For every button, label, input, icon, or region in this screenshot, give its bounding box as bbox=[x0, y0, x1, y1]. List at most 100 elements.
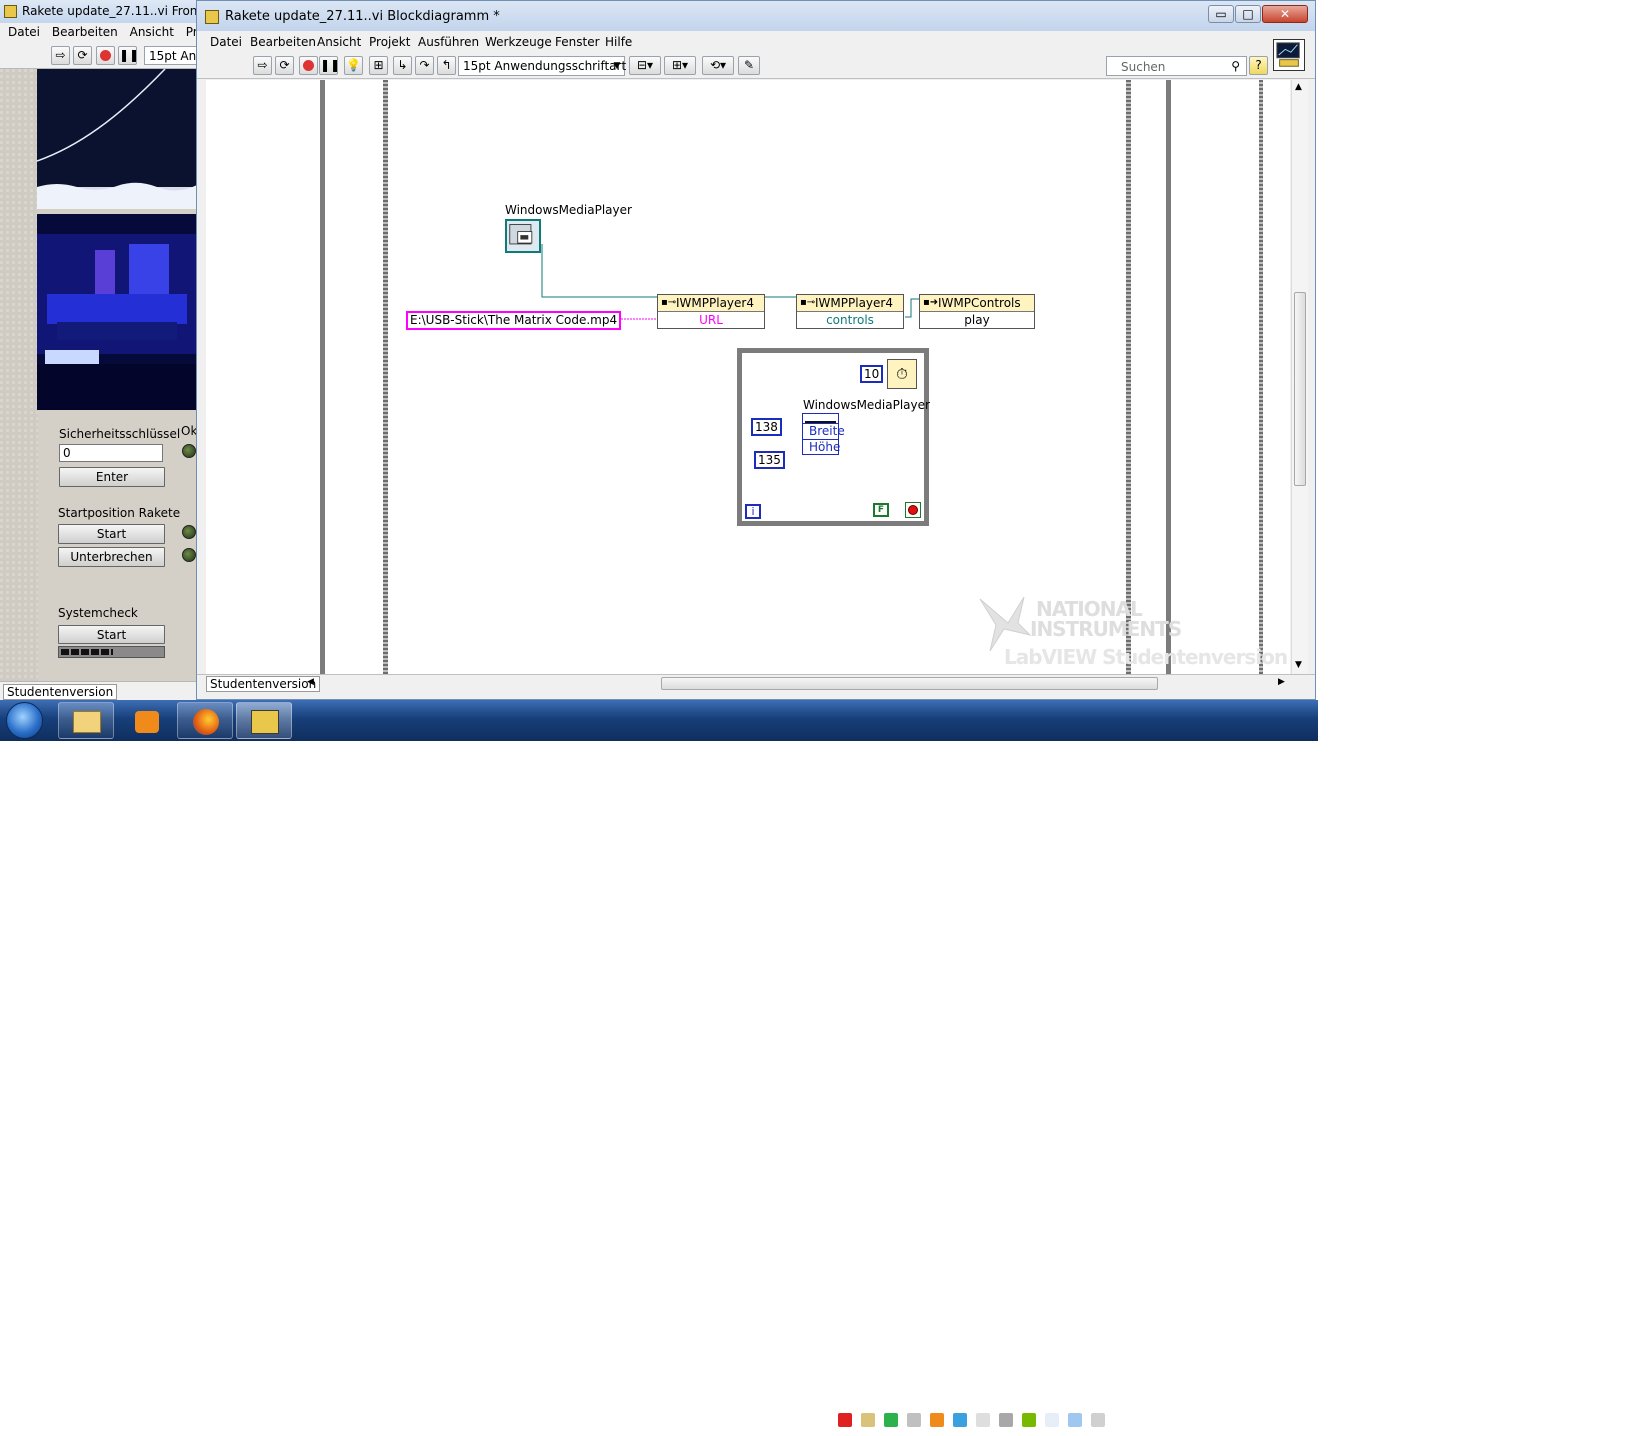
menu-hilfe[interactable]: Hilfe bbox=[605, 35, 632, 49]
false-constant[interactable]: F bbox=[873, 503, 889, 517]
vi-connector-icon[interactable] bbox=[1273, 39, 1305, 71]
retain-wire-values-icon[interactable]: ⊞ bbox=[369, 56, 388, 75]
security-key-input[interactable]: 0 bbox=[59, 444, 163, 462]
invoke-node-play[interactable]: ▪➜ IWMPControls play bbox=[919, 294, 1035, 329]
front-panel-menubar: Datei Bearbeiten Ansicht Proje bbox=[0, 23, 202, 43]
menu-datei[interactable]: Datei bbox=[210, 35, 242, 49]
step-into-icon[interactable]: ↳ bbox=[393, 56, 412, 75]
invoke-arrow-icon: ▪➜ bbox=[923, 297, 939, 308]
tray-wrench-icon[interactable] bbox=[907, 1413, 921, 1427]
taskbar-firefox[interactable] bbox=[177, 702, 233, 739]
firefox-icon bbox=[193, 709, 219, 735]
input-language[interactable]: DE bbox=[806, 1412, 821, 1425]
ni-watermark: NATIONAL INSTRUMENTS LabVIEW Studentenve… bbox=[978, 595, 1288, 674]
property-node-size[interactable]: Breite Höhe bbox=[802, 413, 845, 455]
enter-button[interactable]: Enter bbox=[59, 467, 165, 487]
scroll-up-arrow-icon[interactable]: ▲ bbox=[1295, 82, 1302, 92]
minimize-button[interactable]: ▭ bbox=[1208, 5, 1234, 23]
clock-date: 01.12.2014 bbox=[1234, 1422, 1298, 1435]
file-path-constant[interactable]: E:\USB-Stick\The Matrix Code.mp4 bbox=[406, 311, 622, 330]
context-help-button[interactable]: ? bbox=[1249, 56, 1268, 75]
scroll-left-arrow-icon[interactable]: ◀ bbox=[307, 677, 314, 687]
height-constant[interactable]: 135 bbox=[754, 451, 785, 469]
menu-datei[interactable]: Datei bbox=[0, 23, 40, 39]
search-icon[interactable]: ⚲ bbox=[1231, 59, 1240, 73]
tray-acrobat-icon[interactable] bbox=[838, 1413, 852, 1427]
windows-start-orb-icon[interactable] bbox=[6, 702, 43, 739]
refnum-bar-icon bbox=[805, 415, 836, 423]
start-button[interactable]: Start bbox=[58, 524, 165, 544]
block-diagram-title-bar[interactable]: Rakete update_27.11..vi Blockdiagramm * … bbox=[197, 1, 1315, 31]
menu-werkzeuge[interactable]: Werkzeuge bbox=[485, 35, 552, 49]
horizontal-scroll-thumb[interactable] bbox=[661, 677, 1158, 690]
maximize-button[interactable]: □ bbox=[1235, 5, 1261, 23]
vertical-scrollbar[interactable]: ▲ ▼ bbox=[1291, 80, 1308, 674]
system-check-start-button[interactable]: Start bbox=[58, 625, 165, 644]
step-over-icon[interactable]: ↷ bbox=[415, 56, 434, 75]
tray-battery-icon[interactable] bbox=[1160, 1413, 1174, 1427]
property-url: URL bbox=[699, 313, 723, 327]
front-panel-font-selector[interactable]: 15pt Anw bbox=[144, 46, 202, 65]
scroll-right-arrow-icon[interactable]: ▶ bbox=[1278, 677, 1285, 687]
taskbar-labview[interactable] bbox=[236, 702, 292, 739]
tray-tools-icon[interactable] bbox=[861, 1413, 875, 1427]
font-selector-value: 15pt Anwendungsschriftart bbox=[463, 59, 627, 73]
while-loop[interactable]: 10 ⏱ WindowsMediaPlayer Breite Höhe 138 … bbox=[737, 348, 930, 526]
run-arrow-icon[interactable]: ⇨ bbox=[253, 56, 272, 75]
wait-timer-icon[interactable]: ⏱ bbox=[887, 359, 917, 389]
step-out-icon[interactable]: ↰ bbox=[437, 56, 456, 75]
scroll-down-arrow-icon[interactable]: ▼ bbox=[1295, 660, 1302, 670]
tray-volume-icon[interactable] bbox=[1206, 1413, 1220, 1427]
tray-dropbox-icon[interactable] bbox=[953, 1413, 967, 1427]
tray-display-icon[interactable] bbox=[1091, 1413, 1105, 1427]
pause-icon[interactable]: ❚❚ bbox=[118, 46, 139, 65]
pause-icon[interactable]: ❚❚ bbox=[319, 56, 340, 75]
close-button[interactable]: ✕ bbox=[1262, 5, 1308, 23]
run-continuously-icon[interactable]: ⟳ bbox=[73, 46, 92, 65]
run-continuously-icon[interactable]: ⟳ bbox=[275, 56, 294, 75]
distribute-objects-icon[interactable]: ⊞▾ bbox=[664, 56, 696, 75]
interrupt-button[interactable]: Unterbrechen bbox=[58, 547, 165, 567]
watermark-line-3: LabVIEW Studentenversion bbox=[1004, 645, 1288, 669]
tray-signal-icon[interactable] bbox=[1183, 1413, 1197, 1427]
menu-ansicht[interactable]: Ansicht bbox=[122, 23, 174, 39]
width-constant[interactable]: 138 bbox=[751, 418, 782, 436]
cleanup-diagram-icon[interactable]: ✎ bbox=[738, 56, 760, 75]
search-field[interactable]: Suchen ⚲ bbox=[1106, 56, 1247, 76]
property-node-url-class: ▪⊸ IWMPPlayer4 bbox=[658, 295, 764, 312]
wait-ms-constant[interactable]: 10 bbox=[860, 365, 884, 383]
vertical-scroll-thumb[interactable] bbox=[1294, 292, 1306, 486]
reorder-icon[interactable]: ⟲▾ bbox=[702, 56, 734, 75]
font-selector[interactable]: 15pt Anwendungsschriftart ▼ bbox=[458, 56, 627, 76]
tray-monitor-icon[interactable] bbox=[976, 1413, 990, 1427]
tray-network-icon[interactable] bbox=[1068, 1413, 1082, 1427]
menu-bearbeiten[interactable]: Bearbeiten bbox=[44, 23, 118, 39]
tray-usb-icon[interactable] bbox=[1114, 1413, 1128, 1427]
property-node-url[interactable]: ▪⊸ IWMPPlayer4 URL bbox=[657, 294, 765, 329]
menu-ausfuehren[interactable]: Ausführen bbox=[418, 35, 479, 49]
activex-container-icon[interactable] bbox=[505, 219, 541, 253]
abort-icon[interactable] bbox=[299, 56, 318, 75]
tray-device-icon[interactable] bbox=[999, 1413, 1013, 1427]
diagram-canvas[interactable]: WindowsMediaPlayer E:\USB-Stick\The Matr… bbox=[206, 80, 1290, 674]
menu-ansicht[interactable]: Ansicht bbox=[317, 35, 361, 49]
tray-green-icon[interactable] bbox=[884, 1413, 898, 1427]
run-arrow-icon[interactable]: ⇨ bbox=[51, 46, 70, 65]
property-node-controls[interactable]: ▪⊸ IWMPPlayer4 controls bbox=[796, 294, 904, 329]
align-objects-icon[interactable]: ⊟▾ bbox=[629, 56, 661, 75]
taskbar-media-player[interactable] bbox=[118, 702, 174, 739]
menu-fenster[interactable]: Fenster bbox=[555, 35, 600, 49]
taskbar-explorer[interactable] bbox=[58, 702, 114, 739]
front-panel-title-bar[interactable]: Rakete update_27.11..vi Frontpanel bbox=[0, 0, 202, 23]
highlight-execution-icon[interactable]: 💡 bbox=[344, 56, 363, 75]
panel-grid-pattern bbox=[0, 69, 38, 681]
menu-projekt[interactable]: Projekt bbox=[369, 35, 410, 49]
tray-orange-icon[interactable] bbox=[930, 1413, 944, 1427]
menu-bearbeiten[interactable]: Bearbeiten bbox=[250, 35, 316, 49]
tray-flag-icon[interactable] bbox=[1137, 1413, 1151, 1427]
abort-icon[interactable] bbox=[96, 46, 115, 65]
tray-shield-icon[interactable] bbox=[1045, 1413, 1059, 1427]
clock[interactable]: 14:22 01.12.2014 bbox=[1226, 1408, 1306, 1436]
tray-nvidia-icon[interactable] bbox=[1022, 1413, 1036, 1427]
close-icon: ✕ bbox=[1279, 7, 1291, 21]
